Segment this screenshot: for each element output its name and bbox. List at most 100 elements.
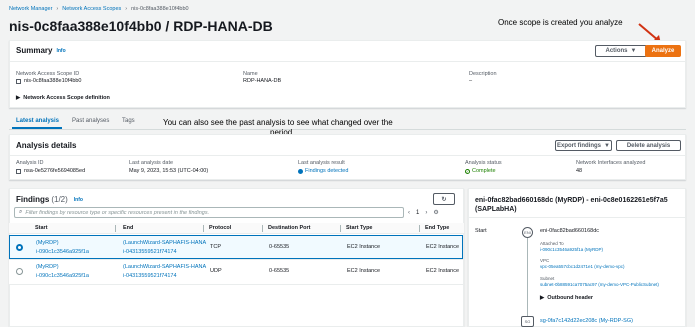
- name-value: RDP-HANA-DB: [243, 78, 282, 84]
- interfaces-label: Network Interfaces analyzed: [576, 160, 646, 166]
- refresh-button[interactable]: ↻: [433, 193, 455, 205]
- analyze-button[interactable]: Analyze: [645, 45, 681, 57]
- name-label: Name: [243, 71, 258, 77]
- table-header: [9, 223, 464, 234]
- page-title: nis-0c8faa388e10f4bb0 / RDP-HANA-DB: [9, 18, 273, 34]
- vpc-label: VPC: [540, 258, 550, 263]
- findings-heading: Findings: [16, 195, 50, 204]
- interfaces-value: 48: [576, 168, 583, 174]
- row-port: 0-65535: [269, 268, 290, 274]
- findings-info-link[interactable]: Info: [74, 197, 83, 203]
- column-header-end-type[interactable]: End Type: [425, 223, 449, 234]
- caret-down-icon: ▼: [604, 142, 610, 149]
- summary-heading: Summary: [16, 46, 53, 55]
- row-end-type: EC2 Instance: [426, 268, 460, 274]
- summary-info-link[interactable]: Info: [56, 48, 65, 54]
- pagination: ‹ 1 › ⚙: [408, 209, 439, 217]
- row-end-name[interactable]: (LaunchWizard-SAPHAFIS-HANA: [123, 240, 206, 246]
- attached-value[interactable]: i-090c1c3546a925f1a (MyRDP): [540, 247, 603, 252]
- last-date-value: May 9, 2023, 15:53 (UTC-04:00): [129, 168, 209, 174]
- column-header-start-type[interactable]: Start Type: [346, 223, 373, 234]
- scope-id-label: Network Access Scope ID: [16, 71, 80, 77]
- tab-past-analyses[interactable]: Past analyses: [72, 118, 109, 124]
- findings-filter[interactable]: ⌕ Filter findings by resource type or sp…: [14, 207, 404, 218]
- column-header-protocol[interactable]: Protocol: [209, 223, 231, 234]
- findings-count: (1/2): [51, 195, 68, 204]
- column-header-destination-port[interactable]: Destination Port: [268, 223, 310, 234]
- row-start-name[interactable]: (MyRDP): [36, 264, 59, 270]
- breadcrumb-network-manager[interactable]: Network Manager: [9, 6, 52, 12]
- chevron-right-icon[interactable]: ›: [425, 210, 427, 216]
- row-protocol: TCP: [210, 244, 221, 250]
- table-row[interactable]: (MyRDP) i-090c1c3546a925f1a (LaunchWizar…: [9, 260, 463, 284]
- radio-button-selected[interactable]: [16, 244, 23, 251]
- export-findings-button[interactable]: Export findings ▼: [555, 140, 612, 151]
- analysis-details-panel: Analysis details Export findings ▼ Delet…: [9, 134, 687, 180]
- delete-analysis-button[interactable]: Delete analysis: [616, 140, 681, 151]
- analysis-details-heading: Analysis details: [16, 141, 77, 150]
- column-header-start[interactable]: Start: [35, 223, 48, 234]
- row-port: 0-65535: [269, 244, 290, 250]
- row-protocol: UDP: [210, 268, 222, 274]
- outbound-header-toggle[interactable]: ▶ Outbound header: [540, 295, 593, 301]
- actions-button[interactable]: Actions ▼: [595, 45, 647, 57]
- summary-panel: Summary Info Actions ▼ Analyze Network A…: [9, 40, 687, 108]
- eni-value: eni-0fac82bad660168dc: [540, 228, 600, 234]
- subnet-label: Subnet: [540, 276, 555, 281]
- chevron-right-icon: ›: [125, 6, 128, 12]
- refresh-icon: ↻: [441, 196, 447, 203]
- row-start-id[interactable]: i-090c1c3546a925f1a: [36, 273, 89, 279]
- row-start-id[interactable]: i-090c1c3546a925f1a: [36, 249, 89, 255]
- check-circle-icon: ✓: [465, 168, 470, 174]
- row-start-type: EC2 Instance: [347, 244, 381, 250]
- sg-badge: SG: [521, 316, 534, 327]
- scope-definition-toggle[interactable]: ▶ Network Access Scope definition: [16, 95, 110, 101]
- row-end-type: EC2 Instance: [426, 244, 460, 250]
- row-end-id[interactable]: i-04313559521f74174: [123, 273, 177, 279]
- caret-right-icon: ▶: [16, 95, 21, 101]
- chevron-right-icon: ›: [56, 6, 59, 12]
- breadcrumb-network-access-scopes[interactable]: Network Access Scopes: [62, 6, 121, 12]
- detail-title-line2: (SAPLabHA): [475, 206, 517, 213]
- caret-right-icon: ▶: [540, 295, 545, 301]
- page-number[interactable]: 1: [416, 210, 419, 216]
- status-value: Complete: [472, 168, 496, 174]
- search-icon: ⌕: [19, 209, 23, 215]
- chevron-left-icon[interactable]: ‹: [408, 210, 410, 216]
- sg-value[interactable]: sg-0fa7c142d22ec208c (My-RDP-SG): [540, 318, 633, 324]
- table-row[interactable]: (MyRDP) i-090c1c3546a925f1a (LaunchWizar…: [9, 235, 463, 259]
- path-line: [527, 237, 528, 325]
- status-label: Analysis status: [465, 160, 502, 166]
- subnet-value[interactable]: subnet-0b88591ca7075ac97 (my-demo-VPC-Pu…: [540, 282, 659, 287]
- row-start-name[interactable]: (MyRDP): [36, 240, 59, 246]
- info-circle-icon: [298, 168, 303, 174]
- annotation-analyze-note: Once scope is created you analyze: [498, 18, 623, 27]
- tab-tags[interactable]: Tags: [122, 118, 135, 124]
- scope-id-value: nis-0c8faa388e10f4bb0: [24, 78, 82, 84]
- breadcrumb: Network Manager › Network Access Scopes …: [9, 5, 189, 13]
- tab-latest-analysis[interactable]: Latest analysis: [16, 118, 59, 124]
- analysis-id-value: nsa-0e5276fe5694085ed: [24, 168, 86, 174]
- analysis-id-label: Analysis ID: [16, 160, 44, 166]
- row-end-name[interactable]: (LaunchWizard-SAPHAFIS-HANA: [123, 264, 206, 270]
- copy-icon[interactable]: [16, 168, 21, 174]
- attached-label: Attached To: [540, 241, 564, 246]
- eni-badge: ENI: [522, 227, 533, 238]
- detail-title-line1: eni-0fac82bad660168dc (MyRDP) - eni-0c8e…: [475, 197, 668, 204]
- description-label: Description: [469, 71, 497, 77]
- caret-down-icon: ▼: [630, 48, 637, 54]
- column-header-end[interactable]: End: [123, 223, 133, 234]
- gear-icon[interactable]: ⚙: [433, 209, 438, 216]
- copy-icon[interactable]: [16, 78, 21, 84]
- row-end-id[interactable]: i-04313559521f74174: [123, 249, 177, 255]
- row-start-type: EC2 Instance: [347, 268, 381, 274]
- radio-button[interactable]: [16, 268, 23, 275]
- finding-detail-panel: eni-0fac82bad660168dc (MyRDP) - eni-0c8e…: [468, 188, 687, 327]
- path-start-label: Start: [475, 228, 487, 234]
- vpc-value[interactable]: vpc-05ea557cbc1d2471e1 (my-demo-vpc): [540, 264, 625, 269]
- filter-placeholder: Filter findings by resource type or spec…: [25, 209, 210, 216]
- last-date-label: Last analysis date: [129, 160, 174, 166]
- annotation-past-analysis-line1: You can also see the past analysis to se…: [163, 118, 393, 127]
- breadcrumb-current: nis-0c8faa388e10f4bb0: [131, 6, 189, 12]
- last-result-link[interactable]: Findings detected: [305, 168, 348, 174]
